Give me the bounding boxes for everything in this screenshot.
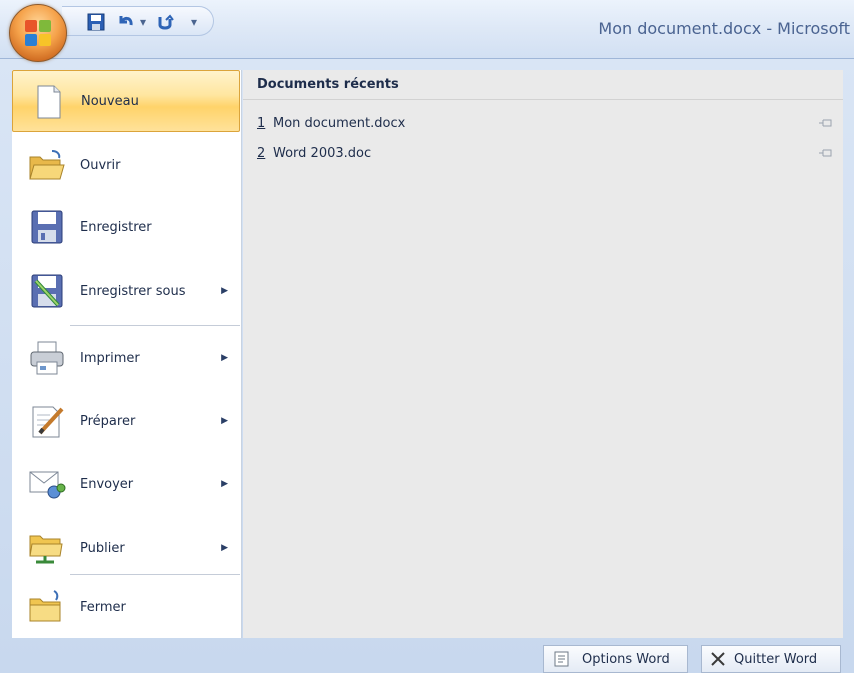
recent-file-name: Word 2003.doc	[273, 146, 372, 161]
office-logo-icon	[25, 20, 53, 48]
recent-file-row[interactable]: 2 Word 2003.doc	[243, 142, 843, 168]
customize-qat-icon[interactable]: ▾	[188, 11, 200, 33]
menu-label-publier: Publier	[80, 540, 125, 556]
open-folder-icon	[29, 150, 65, 180]
recent-file-row[interactable]: 1 Mon document.docx	[243, 112, 843, 138]
submenu-arrow-icon: ▶	[221, 286, 228, 296]
close-folder-icon	[29, 590, 61, 622]
submenu-arrow-icon: ▶	[221, 543, 228, 553]
menu-item-publier[interactable]: Publier ▶	[12, 517, 240, 579]
options-icon	[554, 651, 569, 667]
close-icon	[711, 652, 725, 666]
menu-label-nouveau: Nouveau	[81, 93, 139, 109]
quick-access-toolbar: ▾ ▾	[62, 6, 214, 36]
recent-documents-heading: Documents récents	[243, 70, 843, 100]
recent-file-name: Mon document.docx	[273, 116, 406, 131]
menu-item-envoyer[interactable]: Envoyer ▶	[12, 453, 240, 515]
recent-file-number: 2	[257, 146, 266, 161]
send-icon	[29, 471, 66, 499]
menu-label-ouvrir: Ouvrir	[80, 157, 121, 173]
word-options-button[interactable]: Options Word	[543, 645, 688, 673]
menu-item-ouvrir[interactable]: Ouvrir	[12, 134, 240, 196]
window-title: Mon document.docx - Microsoft	[598, 19, 850, 38]
menu-label-imprimer: Imprimer	[80, 350, 140, 366]
word-options-label: Options Word	[582, 651, 670, 667]
menu-label-enregistrer: Enregistrer	[80, 219, 152, 235]
quit-word-label: Quitter Word	[734, 651, 818, 667]
menu-item-fermer[interactable]: Fermer	[12, 576, 240, 638]
menu-item-enregistrer-sous[interactable]: Enregistrer sous ▶	[12, 260, 240, 322]
quit-word-button[interactable]: Quitter Word	[701, 645, 841, 673]
submenu-arrow-icon: ▶	[221, 479, 228, 489]
save-icon[interactable]	[84, 11, 108, 33]
submenu-arrow-icon: ▶	[221, 416, 228, 426]
menu-item-enregistrer[interactable]: Enregistrer	[12, 196, 240, 258]
title-bar: ▾ ▾ Mon document.docx - Microsoft	[0, 0, 854, 58]
menu-separator	[70, 574, 240, 575]
pin-icon[interactable]	[819, 148, 833, 158]
menu-label-preparer: Préparer	[80, 413, 136, 429]
pin-icon[interactable]	[819, 118, 833, 128]
menu-separator	[70, 325, 240, 326]
office-button[interactable]	[9, 4, 67, 62]
printer-icon	[30, 341, 64, 375]
menu-label-enregistrer-sous: Enregistrer sous	[80, 283, 186, 299]
save-icon	[31, 210, 63, 244]
menu-item-nouveau[interactable]: Nouveau	[12, 70, 240, 132]
undo-icon[interactable]	[114, 11, 136, 33]
menu-item-preparer[interactable]: Préparer ▶	[12, 390, 240, 452]
new-document-icon	[37, 85, 61, 119]
prepare-document-icon	[32, 406, 64, 438]
save-as-icon	[31, 274, 63, 308]
submenu-arrow-icon: ▶	[221, 353, 228, 363]
undo-dropdown-icon[interactable]: ▾	[138, 11, 148, 33]
recent-file-number: 1	[257, 116, 266, 131]
menu-label-fermer: Fermer	[80, 599, 126, 615]
menu-label-envoyer: Envoyer	[80, 476, 134, 492]
menu-commands: Nouveau Ouvrir Enregistrer Enregistrer s…	[12, 70, 242, 638]
publish-icon	[29, 535, 63, 564]
recent-documents-pane: Documents récents 1 Mon document.docx 2 …	[243, 70, 843, 638]
redo-icon[interactable]	[154, 11, 176, 33]
menu-item-imprimer[interactable]: Imprimer ▶	[12, 327, 240, 389]
